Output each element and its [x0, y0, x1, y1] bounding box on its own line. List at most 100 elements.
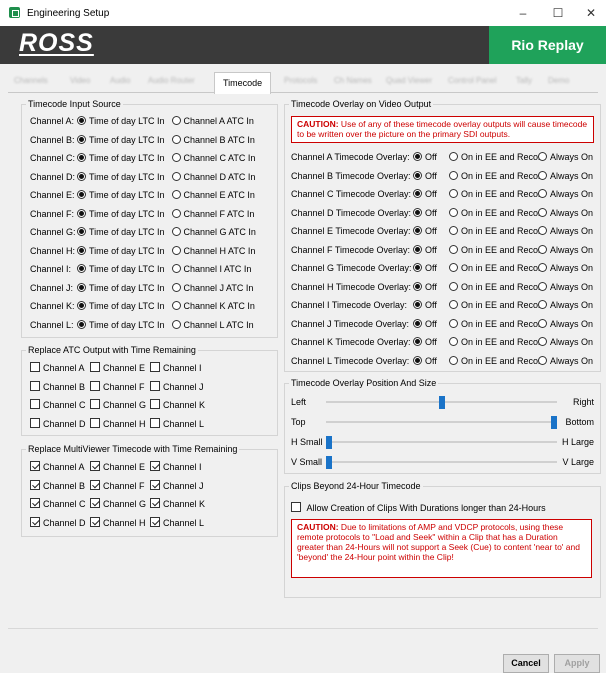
channel-checkbox[interactable] — [90, 380, 100, 391]
ltc-radio[interactable] — [77, 208, 86, 218]
channel-option[interactable]: Channel F — [90, 479, 145, 491]
overlay-radio[interactable] — [449, 318, 458, 328]
atc-option[interactable]: Channel E ATC In — [171, 190, 255, 200]
overlay-option[interactable]: Always On — [538, 300, 593, 310]
atc-option[interactable]: Channel H ATC In — [171, 245, 255, 256]
channel-checkbox[interactable] — [90, 516, 100, 527]
ltc-radio[interactable] — [77, 153, 86, 162]
overlay-option[interactable]: Always On — [538, 244, 593, 255]
overlay-option[interactable]: Off — [413, 281, 437, 292]
channel-option[interactable]: Channel D — [30, 516, 86, 528]
overlay-radio[interactable] — [449, 207, 458, 217]
channel-checkbox[interactable] — [30, 516, 40, 527]
channel-option[interactable]: Channel E — [90, 362, 145, 373]
overlay-option[interactable]: Off — [413, 226, 437, 236]
overlay-radio[interactable] — [449, 189, 458, 198]
overlay-radio[interactable] — [538, 244, 547, 254]
channel-option[interactable]: Channel I — [150, 362, 202, 373]
channel-checkbox[interactable] — [150, 479, 160, 490]
overlay-option[interactable]: On in EE and Record — [449, 337, 546, 347]
ltc-option[interactable]: Time of day LTC In — [77, 134, 165, 145]
overlay-radio[interactable] — [413, 300, 422, 309]
overlay-radio[interactable] — [538, 355, 547, 365]
channel-checkbox[interactable] — [30, 461, 40, 471]
atc-option[interactable]: Channel G ATC In — [171, 227, 256, 237]
tab-audio[interactable]: Audio — [110, 76, 130, 93]
atc-option[interactable]: Channel I ATC In — [171, 264, 251, 274]
channel-option[interactable]: Channel F — [90, 380, 145, 392]
channel-option[interactable]: Channel A — [30, 362, 85, 373]
overlay-option[interactable]: Off — [413, 263, 437, 273]
atc-radio[interactable] — [171, 134, 181, 144]
atc-option[interactable]: Channel A ATC In — [171, 116, 254, 126]
ltc-option[interactable]: Time of day LTC In — [77, 301, 165, 311]
atc-option[interactable]: Channel F ATC In — [171, 208, 254, 219]
overlay-radio[interactable] — [413, 152, 422, 161]
channel-option[interactable]: Channel B — [30, 479, 85, 491]
channel-checkbox[interactable] — [150, 516, 160, 527]
tab-demo[interactable]: Demo — [548, 76, 569, 93]
channel-checkbox[interactable] — [150, 362, 160, 372]
overlay-radio[interactable] — [449, 244, 458, 254]
atc-radio[interactable] — [171, 282, 181, 292]
channel-checkbox[interactable] — [30, 362, 40, 372]
channel-option[interactable]: Channel L — [150, 516, 204, 528]
channel-checkbox[interactable] — [90, 362, 100, 372]
overlay-option[interactable]: Off — [413, 152, 437, 162]
overlay-radio[interactable] — [449, 170, 458, 180]
tab-ch-names[interactable]: Ch Names — [334, 76, 372, 93]
overlay-radio[interactable] — [538, 226, 547, 235]
channel-option[interactable]: Channel L — [150, 417, 204, 429]
overlay-radio[interactable] — [449, 263, 458, 272]
overlay-option[interactable]: On in EE and Record — [449, 152, 546, 162]
atc-option[interactable]: Channel K ATC In — [171, 301, 255, 311]
atc-radio[interactable] — [171, 190, 181, 199]
atc-radio[interactable] — [171, 171, 181, 181]
overlay-option[interactable]: Always On — [538, 152, 593, 162]
ltc-radio[interactable] — [77, 171, 86, 181]
ltc-radio[interactable] — [77, 116, 86, 125]
overlay-option[interactable]: On in EE and Record — [449, 281, 546, 292]
channel-option[interactable]: Channel E — [90, 461, 145, 472]
tab-audio-router[interactable]: Audio Router — [148, 76, 195, 93]
channel-checkbox[interactable] — [150, 461, 160, 471]
channel-checkbox[interactable] — [90, 498, 100, 508]
atc-radio[interactable] — [171, 245, 181, 255]
overlay-option[interactable]: Off — [413, 337, 437, 347]
channel-option[interactable]: Channel B — [30, 380, 85, 392]
tab-control-panel[interactable]: Control Panel — [448, 76, 496, 93]
overlay-radio[interactable] — [413, 318, 422, 328]
channel-checkbox[interactable] — [150, 380, 160, 391]
overlay-radio[interactable] — [449, 281, 458, 291]
maximize-button[interactable]: ☐ — [545, 2, 571, 24]
overlay-radio[interactable] — [538, 170, 547, 180]
channel-option[interactable]: Channel K — [150, 399, 205, 410]
ltc-radio[interactable] — [77, 227, 86, 236]
ltc-option[interactable]: Time of day LTC In — [77, 171, 165, 182]
close-button[interactable]: ✕ — [578, 2, 604, 24]
ltc-option[interactable]: Time of day LTC In — [77, 208, 165, 219]
overlay-radio[interactable] — [538, 337, 547, 346]
overlay-option[interactable]: On in EE and Record — [449, 189, 546, 199]
slider-thumb[interactable] — [326, 456, 332, 469]
atc-option[interactable]: Channel C ATC In — [171, 153, 255, 163]
ltc-option[interactable]: Time of day LTC In — [77, 245, 165, 256]
overlay-option[interactable]: Always On — [538, 226, 593, 236]
channel-checkbox[interactable] — [30, 479, 40, 490]
overlay-option[interactable]: Always On — [538, 207, 593, 218]
overlay-radio[interactable] — [413, 337, 422, 346]
channel-checkbox[interactable] — [150, 498, 160, 508]
channel-checkbox[interactable] — [90, 399, 100, 409]
channel-checkbox[interactable] — [90, 461, 100, 471]
tab-channels[interactable]: Channels — [14, 76, 48, 93]
overlay-radio[interactable] — [413, 244, 422, 254]
tab-video[interactable]: Video — [70, 76, 90, 93]
atc-option[interactable]: Channel B ATC In — [171, 134, 255, 145]
atc-radio[interactable] — [171, 116, 181, 125]
atc-radio[interactable] — [171, 227, 181, 236]
slider-thumb[interactable] — [326, 436, 332, 449]
overlay-radio[interactable] — [449, 152, 458, 161]
slider-track[interactable] — [326, 421, 557, 423]
overlay-radio[interactable] — [538, 207, 547, 217]
overlay-radio[interactable] — [538, 152, 547, 161]
